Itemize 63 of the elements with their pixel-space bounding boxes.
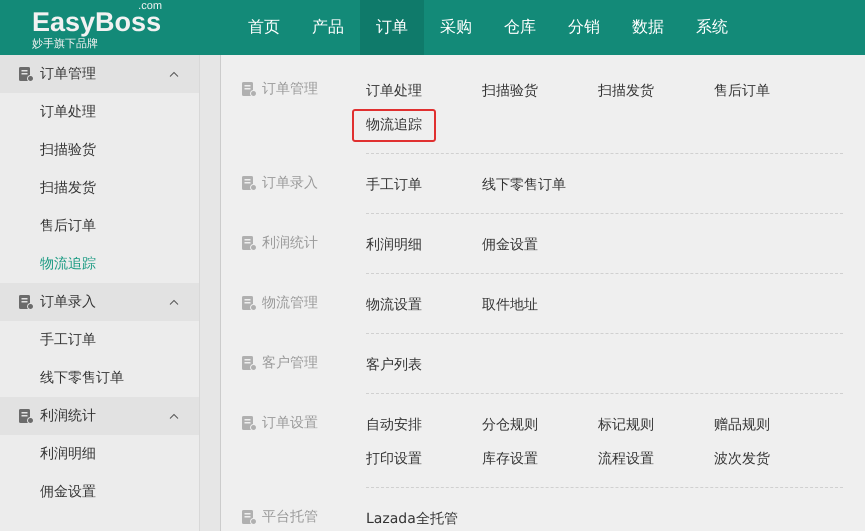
document-icon [241, 235, 257, 251]
nav-tab[interactable]: 采购 [424, 0, 488, 55]
sidebar-group-header[interactable]: 订单管理 [0, 55, 199, 93]
menu-item[interactable]: 订单处理 [364, 75, 424, 108]
menu-category: 订单设置 [262, 415, 318, 432]
document-icon [241, 355, 257, 371]
nav-tab[interactable]: 产品 [296, 0, 360, 55]
sidebar-item[interactable]: 利润明细 [0, 435, 199, 473]
sidebar-item[interactable]: 手工订单 [0, 321, 199, 359]
menu-item[interactable]: 售后订单 [712, 75, 772, 108]
menu-item[interactable]: 库存设置 [480, 443, 540, 476]
sidebar-item[interactable]: 佣金设置 [0, 473, 199, 511]
sidebar-item[interactable]: 售后订单 [0, 207, 199, 245]
menu-item[interactable]: 物流追踪 [352, 109, 436, 142]
menu-category: 平台托管 [262, 509, 318, 526]
sidebar-item[interactable]: 扫描发货 [0, 169, 199, 207]
menu-item[interactable]: Lazada全托管 [364, 503, 460, 531]
menu-item[interactable]: 利润明细 [364, 229, 424, 262]
menu-item[interactable]: 手工订单 [364, 169, 424, 202]
sidebar-group-title: 订单管理 [40, 65, 97, 83]
document-icon [241, 175, 257, 191]
menu-item[interactable]: 标记规则 [596, 409, 656, 442]
menu-category: 物流管理 [262, 295, 318, 312]
menu-item[interactable]: 佣金设置 [480, 229, 540, 262]
menu-item[interactable]: 客户列表 [364, 349, 424, 382]
menu-item[interactable]: 赠品规则 [712, 409, 772, 442]
document-icon [241, 415, 257, 431]
document-icon [18, 408, 34, 424]
nav-tab[interactable]: 分销 [552, 0, 616, 55]
menu-item[interactable]: 自动安排 [364, 409, 424, 442]
menu-item[interactable]: 扫描发货 [596, 75, 656, 108]
sidebar-group-header[interactable]: 订单录入 [0, 283, 199, 321]
sidebar-group-title: 利润统计 [40, 407, 97, 425]
menu-item[interactable]: 分仓规则 [480, 409, 540, 442]
sidebar-group-header[interactable]: 利润统计 [0, 397, 199, 435]
menu-item[interactable]: 打印设置 [364, 443, 424, 476]
sidebar-group-title: 订单录入 [40, 293, 97, 311]
nav-tab[interactable]: 首页 [232, 0, 296, 55]
menu-item[interactable]: 取件地址 [480, 289, 540, 322]
logo-text[interactable]: EasyBoss [32, 10, 162, 35]
menu-item[interactable]: 流程设置 [596, 443, 656, 476]
menu-category: 利润统计 [262, 235, 318, 252]
document-icon [18, 294, 34, 310]
logo-suffix: .com [138, 1, 162, 11]
menu-item[interactable]: 扫描验货 [480, 75, 540, 108]
nav-tab[interactable]: 订单 [360, 0, 424, 55]
menu-category: 订单管理 [262, 81, 318, 98]
document-icon [241, 295, 257, 311]
sidebar-item[interactable]: 订单处理 [0, 93, 199, 131]
nav-tab[interactable]: 系统 [680, 0, 744, 55]
nav-tab[interactable]: 仓库 [488, 0, 552, 55]
sidebar-item[interactable]: 扫描验货 [0, 131, 199, 169]
nav-tab[interactable]: 数据 [616, 0, 680, 55]
sidebar-item[interactable]: 线下零售订单 [0, 359, 199, 397]
document-icon [241, 509, 257, 525]
menu-item[interactable]: 波次发货 [712, 443, 772, 476]
logo-tagline: 妙手旗下品牌 [32, 37, 99, 51]
document-icon [241, 81, 257, 97]
document-icon [18, 66, 34, 82]
menu-category: 客户管理 [262, 355, 318, 372]
menu-category: 订单录入 [262, 175, 318, 192]
menu-item[interactable]: 物流设置 [364, 289, 424, 322]
menu-item[interactable]: 线下零售订单 [480, 169, 568, 202]
